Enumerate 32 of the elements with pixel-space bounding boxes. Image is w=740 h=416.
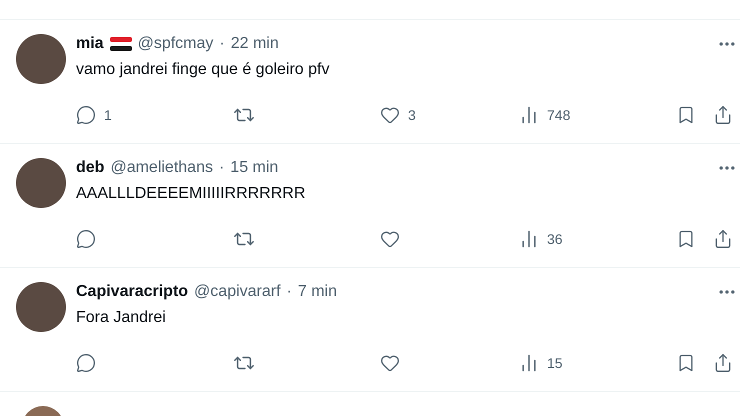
like-button[interactable]: 3 [380,104,519,126]
user-handle[interactable]: @ameliethans [110,156,213,180]
avatar[interactable] [16,282,66,332]
speech-bubble-icon [76,105,96,125]
reply-text: AAALLLDEEEEMIIIIIRRRRRRR [76,184,306,204]
post-time[interactable]: 7 min [298,280,337,304]
views-button[interactable]: 748 [519,104,676,126]
speech-bubble-icon [76,353,96,373]
user-name[interactable]: mia [76,32,104,56]
heart-icon [380,353,400,373]
share-icon [713,105,733,125]
heart-icon [380,229,400,249]
heart-icon [380,105,400,125]
avatar[interactable] [16,34,66,84]
share-icon [713,353,733,373]
post-time[interactable]: 22 min [230,32,279,56]
avatar[interactable] [16,158,66,208]
separator-dot: · [219,34,225,54]
user-handle[interactable]: @spfcmay [138,32,214,56]
user-name[interactable]: Capivaracripto [76,280,188,304]
speech-bubble-icon [76,229,96,249]
user-name[interactable]: deb [76,156,104,180]
reply-text: vamo jandrei finge que é goleiro pfv [76,60,330,80]
reply-text: Fora Jandrei [76,308,167,328]
separator-dot: · [218,158,224,178]
user-handle[interactable]: @capivararf [194,280,281,304]
separator-dot: · [286,282,292,302]
post-time[interactable]: 15 min [230,156,278,180]
reply-button[interactable]: 1 [76,104,233,126]
share-icon [713,229,733,249]
views-button[interactable]: 15 [519,352,676,374]
views-button[interactable]: 36 [519,228,676,250]
